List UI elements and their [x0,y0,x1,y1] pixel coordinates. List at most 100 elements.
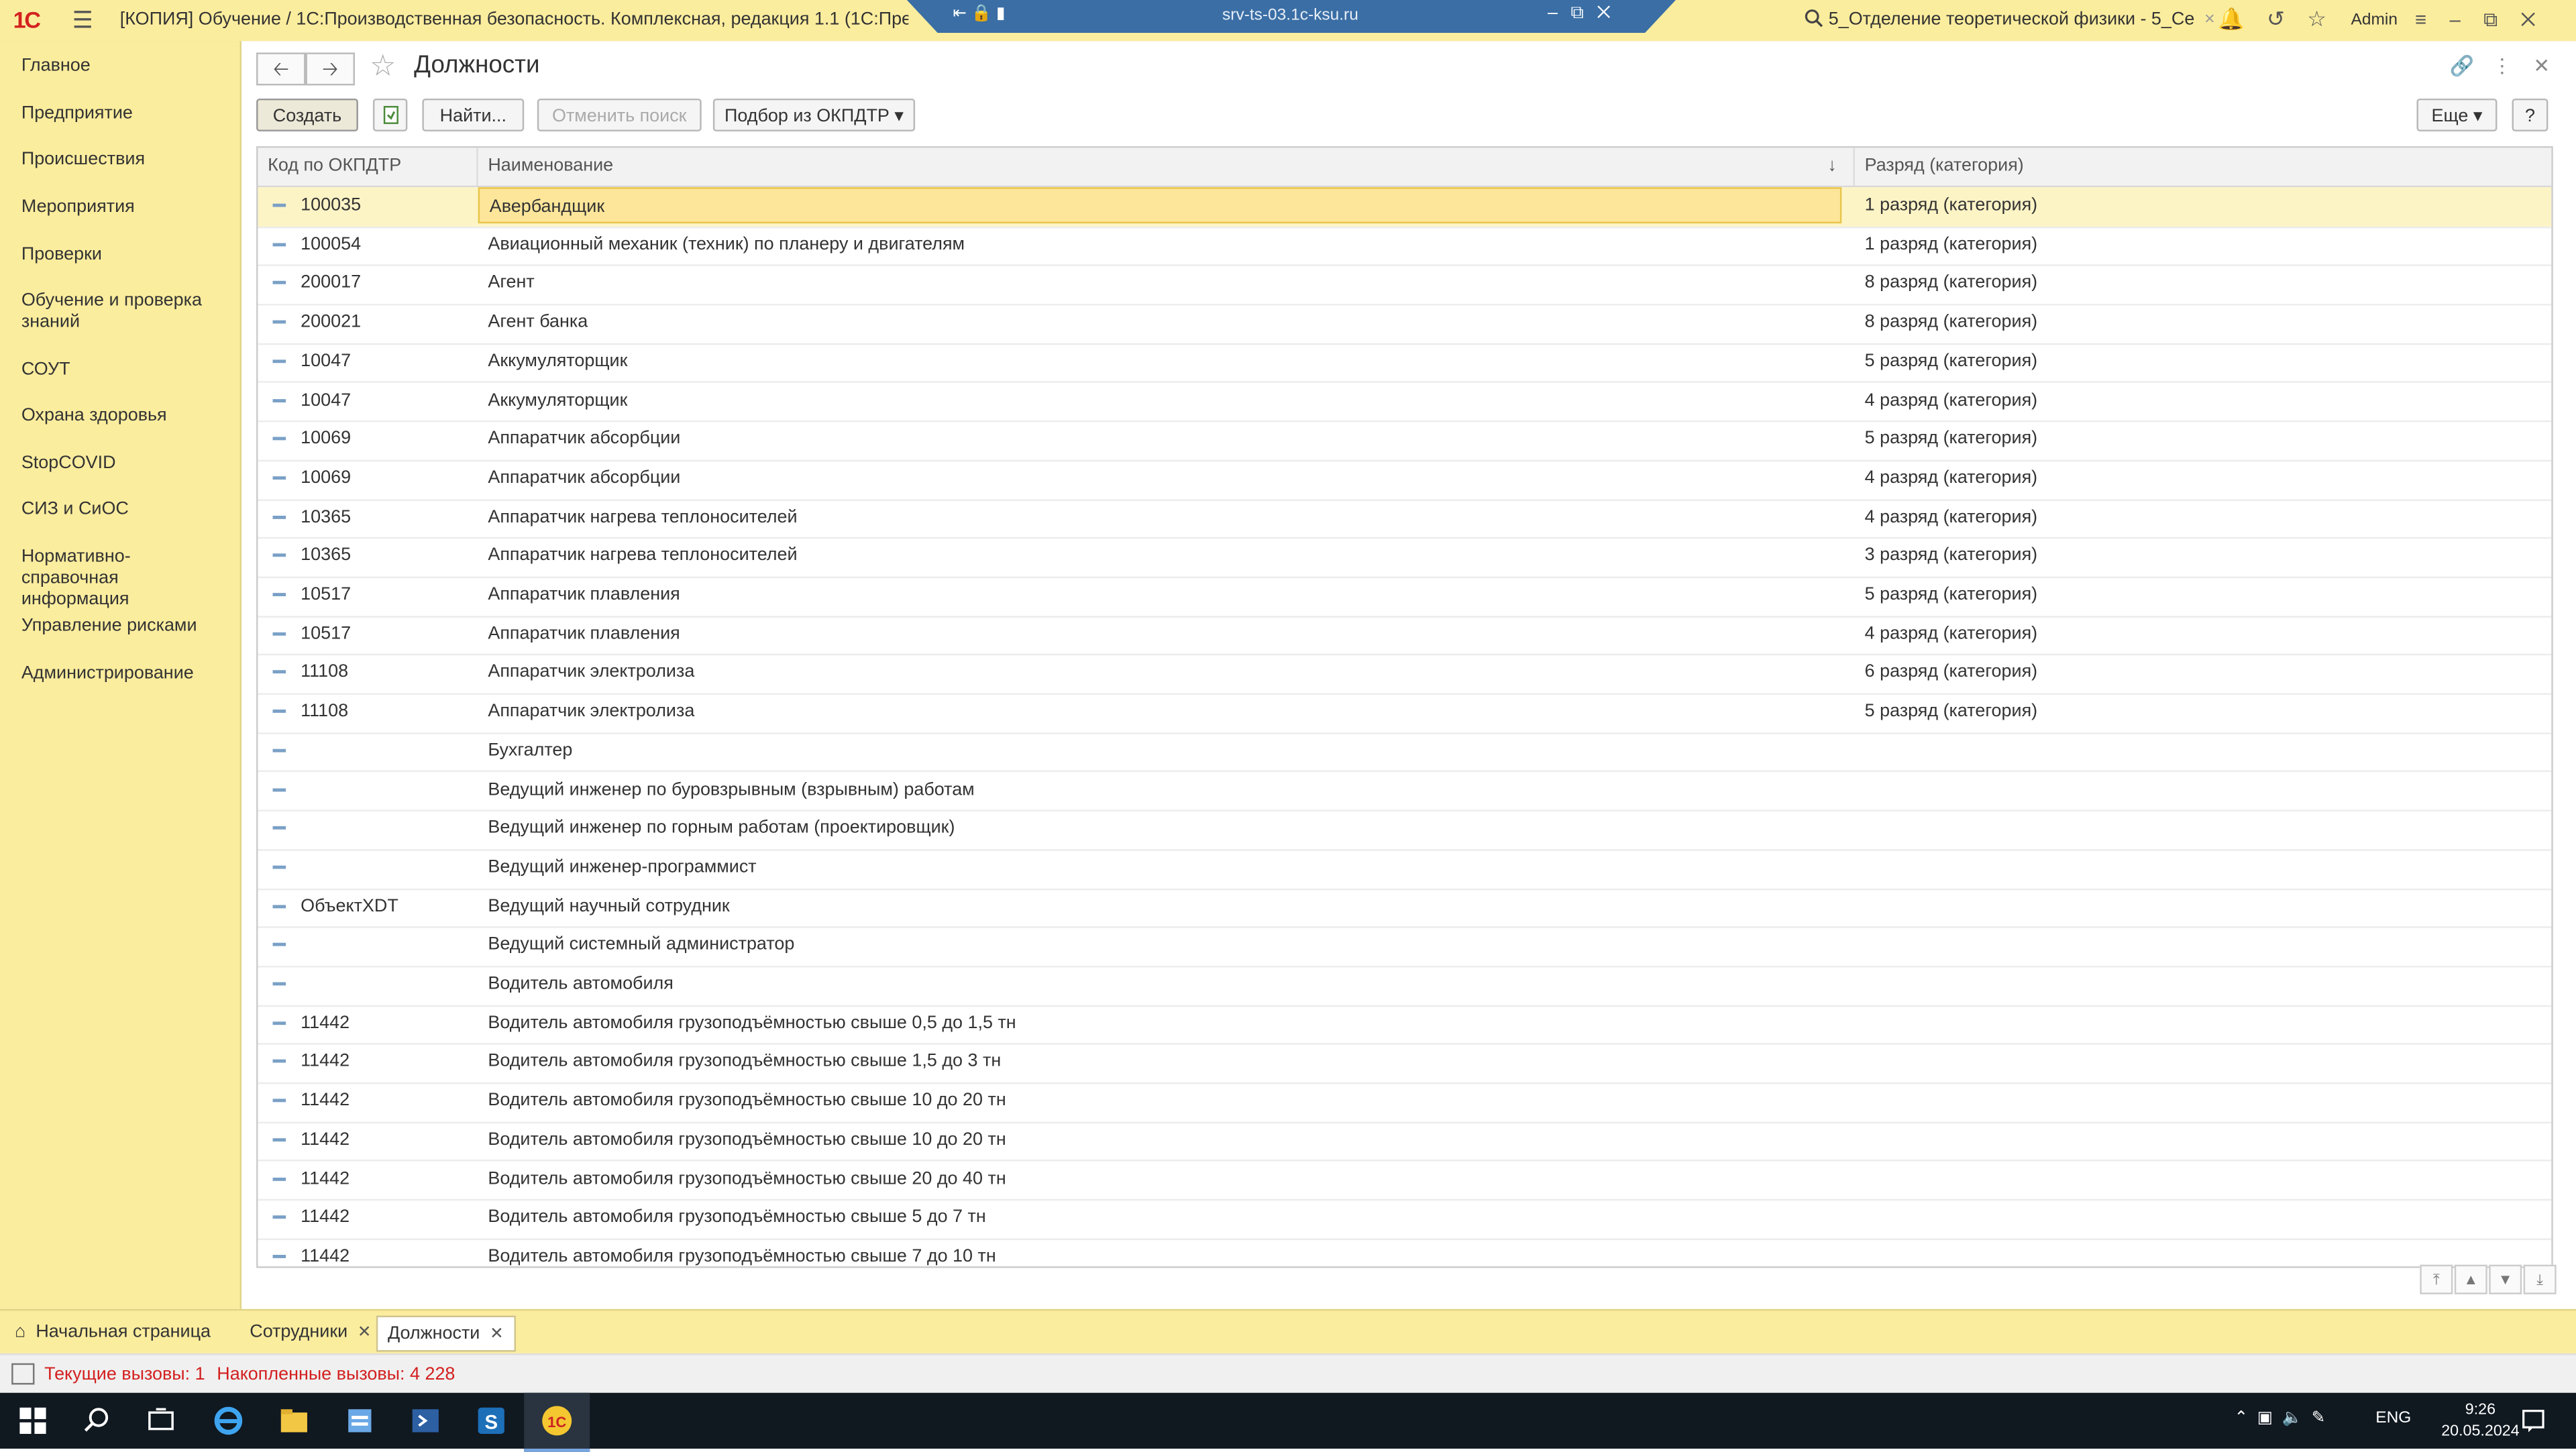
task-view-icon[interactable] [143,1402,179,1439]
user-name[interactable]: Admin [2351,11,2398,30]
accumulated-calls[interactable]: Накопленные вызовы: 4 228 [217,1365,455,1384]
close-icon[interactable]: ✕ [2533,54,2550,77]
table-row[interactable]: Водитель автомобиля [258,966,2552,1007]
table-row[interactable]: 11442 Водитель автомобиля грузоподъёмност… [258,1160,2552,1201]
close-icon[interactable]: ✕ [358,1324,372,1342]
sidebar-item-incidents[interactable]: Происшествия [21,150,227,171]
table-row[interactable]: 100054 Авиационный механик (техник) по пл… [258,226,2552,267]
link-icon[interactable]: 🔗 [2449,54,2474,77]
table-row[interactable]: 10069 Аппаратчик абсорбции 4 разряд (катег… [258,459,2552,500]
sidebar-item-activities[interactable]: Мероприятия [21,197,227,219]
copy-button[interactable] [372,98,408,131]
table-row[interactable]: 11442 Водитель автомобиля грузоподъёмност… [258,1082,2552,1123]
sidebar-item-inspections[interactable]: Проверки [21,245,227,266]
scroll-top-icon[interactable]: ⤒ [2420,1264,2453,1294]
table-row[interactable]: Ведущий инженер по буровзрывным (взрывны… [258,771,2552,812]
table-row[interactable]: 10365 Аппаратчик нагрева теплоносителей 3 … [258,538,2552,579]
favorite-star-icon[interactable]: ☆ [370,49,396,83]
table-row[interactable]: 11442 Водитель автомобиля грузоподъёмност… [258,1005,2552,1046]
sidebar-item-enterprise[interactable]: Предприятие [21,103,227,125]
scroll-bottom-icon[interactable]: ⤓ [2523,1264,2557,1294]
search-clear-icon[interactable]: × [2204,10,2215,30]
more-button[interactable]: Еще ▾ [2416,98,2498,131]
calls-panel-icon[interactable] [11,1363,35,1385]
item-dash-icon [272,203,286,207]
table-row[interactable]: 10047 Аккумуляторщик 5 разряд (категория) [258,343,2552,384]
table-row[interactable]: 200021 Агент банка 8 разряд (категория) [258,304,2552,345]
settings-lines-icon[interactable]: ≡ [2415,8,2449,31]
forward-button[interactable]: 🡢 [305,52,355,86]
table-row[interactable]: 11108 Аппаратчик электролиза 5 разряд (кат… [258,693,2552,734]
sidebar-item-reference[interactable]: Нормативно-справочная информация [21,547,227,612]
table-row[interactable]: 11442 Водитель автомобиля грузоподъёмност… [258,1238,2551,1266]
volume-icon[interactable]: 🔈 [2282,1409,2302,1427]
find-button[interactable]: Найти... [422,98,525,131]
table-row[interactable]: 10047 Аккумуляторщик 4 разряд (категория) [258,382,2552,423]
table-row[interactable]: 11442 Водитель автомобиля грузоподъёмност… [258,1044,2552,1084]
sidebar-item-ppe[interactable]: СИЗ и СиОС [21,499,227,520]
table-row[interactable]: 10517 Аппаратчик плавления 5 разряд (катег… [258,577,2552,618]
rdp-window-controls[interactable]: –⧉✕ [1548,3,1624,25]
create-button[interactable]: Создать [256,98,358,131]
back-button[interactable]: 🡠 [256,52,306,86]
internet-explorer-icon[interactable] [210,1402,246,1439]
table-row[interactable]: Ведущий инженер-программист [258,849,2552,890]
column-header-rank[interactable]: Разряд (категория) [1855,148,2551,185]
table-row[interactable]: Ведущий инженер по горным работам (проек… [258,810,2552,851]
table-row[interactable]: 10365 Аппаратчик нагрева теплоносителей 4 … [258,499,2552,539]
table-row[interactable]: 100035 Авербандщик 1 разряд (категория) [258,187,2552,228]
input-language[interactable]: ENG [2375,1409,2411,1427]
network-icon[interactable]: ▣ [2257,1409,2273,1427]
table-row[interactable]: 200017 Агент 8 разряд (категория) [258,265,2552,306]
tray-chevron-up-icon[interactable]: ⌃ [2235,1409,2249,1427]
bell-icon[interactable]: 🔔 [2218,7,2245,33]
clock[interactable]: 9:26 20.05.2024 [2441,1400,2519,1443]
sidebar-item-health[interactable]: Охрана здоровья [21,406,227,427]
table-row[interactable]: 11442 Водитель автомобиля грузоподъёмност… [258,1121,2552,1162]
menu-icon[interactable]: ☰ [72,8,95,31]
close-icon[interactable]: ✕ [490,1325,504,1343]
cell-name: Аппаратчик абсорбции [488,429,681,449]
more-vertical-icon[interactable]: ⋮ [2492,54,2512,77]
app-s-icon[interactable]: S [473,1402,509,1439]
sidebar-item-training[interactable]: Обучение и проверка знаний [21,290,227,333]
table-row[interactable]: Ведущий системный администратор [258,927,2552,968]
global-search[interactable]: 5_Отделение теоретической физики - 5_Се × [1804,8,2215,30]
scroll-down-icon[interactable]: ▼ [2489,1264,2522,1294]
favorites-star-icon[interactable]: ☆ [2307,7,2326,33]
pen-icon[interactable]: ✎ [2312,1409,2326,1427]
powershell-icon[interactable] [407,1402,443,1439]
server-manager-icon[interactable] [341,1402,378,1439]
scroll-up-icon[interactable]: ▲ [2454,1264,2487,1294]
1c-app-icon: 1С [542,1406,572,1436]
table-row[interactable]: ОбъектXDT Ведущий научный сотрудник [258,888,2552,929]
help-button[interactable]: ? [2512,98,2548,131]
tray-icons[interactable]: ⌃ ▣ 🔈 ✎ [2235,1409,2326,1427]
table-row[interactable]: 10069 Аппаратчик абсорбции 5 разряд (катег… [258,421,2552,461]
sidebar-item-sout[interactable]: СОУТ [21,359,227,381]
cancel-search-button[interactable]: Отменить поиск [537,98,702,131]
column-header-code[interactable]: Код по ОКПДТР [258,148,478,186]
file-explorer-icon[interactable] [276,1402,312,1439]
table-row[interactable]: 11108 Аппаратчик электролиза 6 разряд (кат… [258,655,2552,695]
tab-employees[interactable]: Сотрудники ✕ [250,1316,371,1349]
table-row[interactable]: 10517 Аппаратчик плавления 4 разряд (катег… [258,616,2552,657]
current-calls[interactable]: Текущие вызовы: 1 [44,1365,205,1384]
sidebar-item-risks[interactable]: Управление рисками [21,616,227,637]
column-header-name[interactable]: Наименование ↓ [478,148,1855,186]
sidebar-item-main[interactable]: Главное [21,56,227,77]
history-icon[interactable]: ↺ [2267,7,2285,33]
tab-home[interactable]: ⌂ Начальная страница [15,1316,211,1349]
search-icon[interactable] [79,1402,115,1439]
table-row[interactable]: Бухгалтер [258,732,2552,773]
tab-positions[interactable]: Должности ✕ [376,1315,515,1352]
sidebar-item-admin[interactable]: Администрирование [21,663,227,685]
windows-start-icon[interactable] [15,1402,51,1439]
select-okpdtr-button[interactable]: Подбор из ОКПДТР ▾ [712,98,916,131]
table-row[interactable]: 11442 Водитель автомобиля грузоподъёмност… [258,1199,2552,1240]
rdp-pin-icon[interactable]: ⇤ 🔒 ▮ [953,5,1005,23]
taskbar-1c-active[interactable]: 1С [524,1392,590,1452]
window-controls[interactable]: ≡–⧉✕ [2415,8,2559,33]
notifications-icon[interactable] [2515,1402,2551,1439]
sidebar-item-stopcovid[interactable]: StopCOVID [21,453,227,475]
